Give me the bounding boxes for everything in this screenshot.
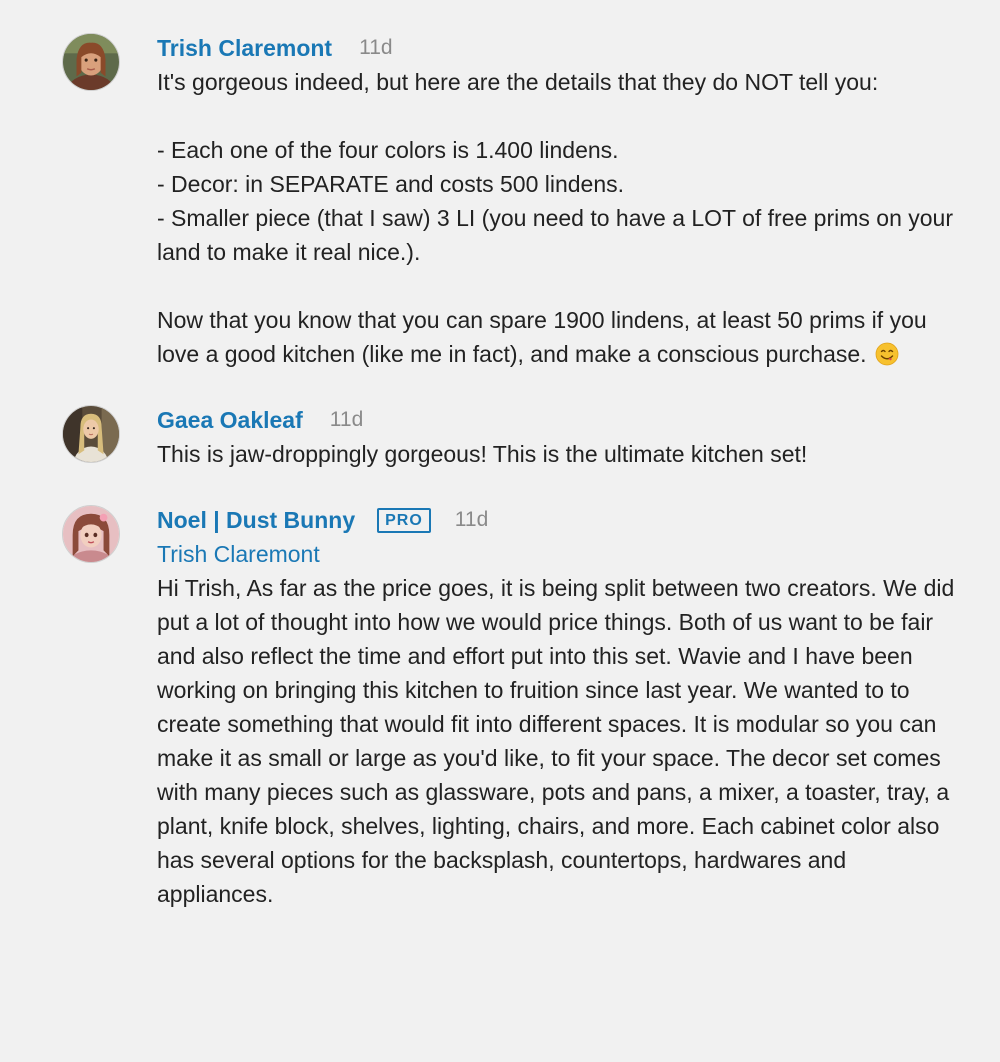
comment-thread: Trish Claremont 11d It's gorgeous indeed…	[0, 0, 1000, 911]
timestamp[interactable]: 11d	[455, 508, 488, 532]
comment-body: It's gorgeous indeed, but here are the d…	[157, 65, 957, 371]
timestamp[interactable]: 11d	[359, 36, 392, 60]
comment-paragraph: Now that you know that you can spare 190…	[157, 303, 957, 371]
comment-header: Trish Claremont 11d	[157, 31, 1000, 65]
comment: Gaea Oakleaf 11d This is jaw-droppingly …	[62, 403, 1000, 471]
comment-text: Hi Trish, As far as the price goes, it i…	[157, 575, 955, 907]
avatar-trish-icon[interactable]	[62, 33, 120, 91]
author-name[interactable]: Noel | Dust Bunny	[157, 507, 355, 534]
comment-body: This is jaw-droppingly gorgeous! This is…	[157, 437, 957, 471]
comment: Trish Claremont 11d It's gorgeous indeed…	[62, 31, 1000, 371]
comment-line: - Smaller piece (that I saw) 3 LI (you n…	[157, 205, 954, 265]
comment-paragraph: It's gorgeous indeed, but here are the d…	[157, 69, 879, 95]
comment-line: - Each one of the four colors is 1.400 l…	[157, 137, 619, 163]
reply-mention-link[interactable]: Trish Claremont	[157, 537, 957, 571]
comment-header: Gaea Oakleaf 11d	[157, 403, 1000, 437]
comment-line: - Decor: in SEPARATE and costs 500 linde…	[157, 171, 625, 197]
comment-body: Trish Claremont Hi Trish, As far as the …	[157, 537, 957, 911]
comment-text: This is jaw-droppingly gorgeous! This is…	[157, 441, 808, 467]
face-savoring-food-emoji	[875, 341, 899, 366]
comment-text: Now that you know that you can spare 190…	[157, 307, 927, 367]
avatar-gaea-icon[interactable]	[62, 405, 120, 463]
timestamp[interactable]: 11d	[330, 408, 363, 432]
pro-badge: PRO	[377, 507, 431, 533]
comment-header: Noel | Dust Bunny PRO 11d	[157, 503, 1000, 537]
author-name[interactable]: Trish Claremont	[157, 35, 332, 62]
comment: Noel | Dust Bunny PRO 11d Trish Claremon…	[62, 503, 1000, 911]
avatar-noel-icon[interactable]	[62, 505, 120, 563]
author-name[interactable]: Gaea Oakleaf	[157, 407, 303, 434]
